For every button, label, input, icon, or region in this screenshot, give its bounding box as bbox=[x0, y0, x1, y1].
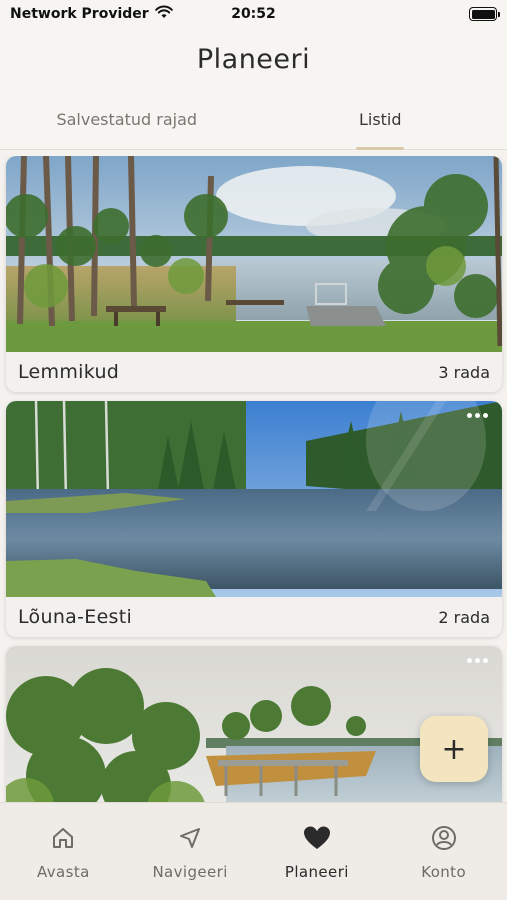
page-title: Planeeri bbox=[196, 44, 311, 75]
tabbar-item-navigeeri[interactable]: Navigeeri bbox=[127, 803, 254, 900]
tabbar-label: Avasta bbox=[37, 863, 90, 881]
list-card-image bbox=[6, 401, 502, 597]
list-card-more-button[interactable] bbox=[467, 658, 488, 663]
list-card-lemmikud[interactable]: Lemmikud 3 rada bbox=[6, 156, 502, 392]
segment-tabs: Salvestatud rajad Listid bbox=[0, 110, 507, 150]
add-list-button[interactable]: + bbox=[420, 716, 488, 782]
list-card-count: 2 rada bbox=[438, 607, 490, 627]
carrier-label: Network Provider bbox=[10, 6, 149, 22]
wifi-icon bbox=[154, 5, 173, 23]
list-card-name: Lemmikud bbox=[18, 361, 120, 383]
tabbar-item-avasta[interactable]: Avasta bbox=[0, 803, 127, 900]
tab-lists[interactable]: Listid bbox=[254, 110, 507, 150]
list-card-count: 3 rada bbox=[438, 362, 490, 382]
heart-icon bbox=[303, 825, 331, 855]
tabbar-item-konto[interactable]: Konto bbox=[380, 803, 507, 900]
header: Planeeri Salvestatud rajad Listid bbox=[0, 28, 507, 150]
tab-lists-label: Listid bbox=[358, 110, 402, 129]
list-card-more-button[interactable] bbox=[467, 413, 488, 418]
home-icon bbox=[50, 825, 76, 855]
navigation-arrow-icon bbox=[177, 825, 203, 855]
tab-saved-trails-label: Salvestatud rajad bbox=[56, 110, 198, 129]
battery-icon bbox=[469, 7, 500, 21]
status-bar: Network Provider 20:52 bbox=[0, 0, 507, 28]
tab-saved-trails[interactable]: Salvestatud rajad bbox=[0, 110, 254, 150]
tabbar-label: Navigeeri bbox=[152, 863, 228, 881]
user-circle-icon bbox=[431, 825, 457, 855]
list-card-name: Lõuna-Eesti bbox=[18, 606, 133, 628]
bottom-tab-bar: Avasta Navigeeri Planeeri Konto bbox=[0, 802, 507, 900]
tab-active-indicator bbox=[356, 147, 405, 150]
list-card-louna-eesti[interactable]: Lõuna-Eesti 2 rada bbox=[6, 401, 502, 637]
lists-container[interactable]: Lemmikud 3 rada Lõuna-Eesti 2 rada bbox=[0, 156, 507, 802]
list-card-image bbox=[6, 156, 502, 352]
list-card-footer: Lemmikud 3 rada bbox=[6, 352, 502, 392]
tabbar-label: Planeeri bbox=[284, 863, 349, 881]
tabbar-label: Konto bbox=[421, 863, 467, 881]
plus-icon: + bbox=[441, 731, 467, 767]
list-card-footer: Lõuna-Eesti 2 rada bbox=[6, 597, 502, 637]
status-left: Network Provider bbox=[10, 5, 173, 23]
tabbar-item-planeeri[interactable]: Planeeri bbox=[254, 803, 381, 900]
